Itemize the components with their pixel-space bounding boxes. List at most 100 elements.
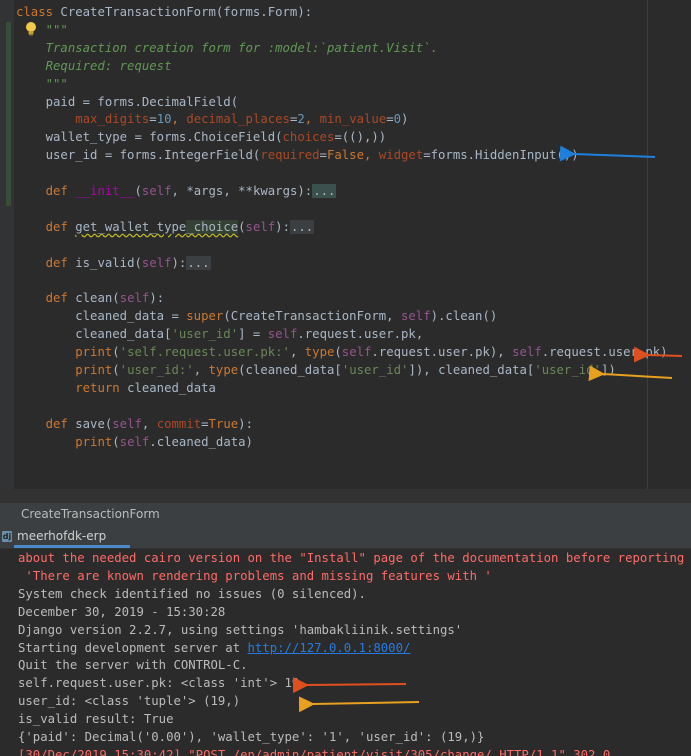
run-tab-label[interactable]: meerhofdk-erp — [17, 529, 106, 543]
code-editor[interactable]: class CreateTransactionForm(forms.Form):… — [0, 0, 691, 502]
text-span[interactable]: http://127.0.0.1:8000/ — [248, 641, 411, 655]
text-span: (CreateTransactionForm, — [223, 309, 401, 324]
text-span: ( — [334, 345, 342, 360]
text-span: commit — [156, 416, 202, 431]
text-span: save — [75, 416, 105, 431]
run-tool-window-header: dj meerhofdk-erp — [0, 526, 691, 549]
console-line: December 30, 2019 - 15:30:28 — [18, 603, 225, 621]
text-span: return — [75, 380, 128, 395]
text-span: def — [45, 416, 76, 431]
text-span: .request.user.pk) — [541, 345, 668, 360]
text-span: def — [45, 255, 76, 270]
text-span: ]) — [600, 363, 616, 377]
text-span: 0 — [393, 112, 402, 127]
text-span: ] = — [238, 327, 268, 342]
text-span: self — [512, 345, 542, 360]
run-console-output[interactable]: about the needed cairo version on the "I… — [0, 549, 691, 756]
text-span[interactable]: ... — [312, 184, 337, 198]
vcs-change-marker — [6, 22, 11, 206]
text-span: def — [45, 291, 76, 306]
text-span: ( — [112, 345, 120, 360]
console-line: 'There are known rendering problems and … — [18, 567, 491, 585]
text-span — [16, 291, 46, 305]
text-span: user_id = forms.IntegerField( — [16, 148, 261, 163]
code-line: cleaned_data = super(CreateTransactionFo… — [16, 307, 497, 325]
text-span: self — [245, 219, 276, 234]
text-span: , — [289, 345, 305, 360]
text-span: Transaction creation form for :model:`pa… — [16, 40, 438, 55]
text-span: required — [260, 148, 320, 163]
text-span: self — [112, 416, 142, 431]
code-line: class CreateTransactionForm(forms.Form): — [16, 3, 312, 21]
text-span: False — [326, 148, 364, 163]
text-span: ( — [238, 219, 246, 234]
text-span[interactable]: ... — [289, 219, 315, 234]
text-span: , — [304, 112, 320, 127]
console-line: Quit the server with CONTROL-C. — [18, 656, 248, 674]
text-span: 'user_id:' — [119, 363, 194, 377]
text-span: =((),)) — [334, 130, 387, 145]
console-line: is_valid result: True — [18, 710, 173, 728]
code-line: print(self.cleaned_data) — [16, 433, 253, 451]
breadcrumb-class-name[interactable]: CreateTransactionForm — [21, 507, 160, 521]
text-span — [16, 417, 46, 431]
text-span: ): — [275, 219, 290, 234]
text-span: self — [119, 434, 150, 449]
console-line: about the needed cairo version on the "I… — [18, 549, 691, 567]
text-span[interactable]: ... — [186, 255, 211, 270]
text-span: , *args, **kwargs): — [171, 184, 313, 198]
text-span: ( — [134, 184, 142, 198]
text-span: print — [75, 363, 113, 377]
text-span: System check identified no issues (0 sil… — [18, 586, 366, 601]
text-span — [16, 256, 46, 270]
text-span: = — [319, 148, 327, 163]
text-span: , — [363, 148, 379, 163]
text-span: type — [304, 345, 335, 360]
text-span: = — [149, 112, 157, 127]
text-span: self — [267, 327, 298, 342]
text-span: print — [75, 434, 113, 449]
text-span: ).clean() — [430, 309, 498, 324]
text-span: 'user_id' — [171, 327, 239, 342]
text-span — [16, 381, 75, 395]
text-span: , — [141, 416, 157, 431]
text-span: Starting development server at — [18, 640, 248, 655]
text-span: def — [45, 219, 76, 234]
text-span: about the needed cairo version on the "I… — [18, 551, 691, 565]
code-line: def get_wallet_type_choice(self):... — [16, 218, 315, 236]
text-span: self — [141, 184, 172, 198]
text-span: max_digits — [75, 112, 150, 127]
text-span: , — [193, 363, 209, 377]
text-span: type — [208, 363, 239, 377]
text-span: 'self.request.user.pk:' — [119, 345, 290, 360]
text-span: Quit the server with CONTROL-C. — [18, 658, 248, 673]
text-span — [16, 220, 46, 234]
text-span: get_wallet_type — [75, 219, 187, 234]
code-line: print('self.request.user.pk:', type(self… — [16, 343, 668, 361]
text-span — [16, 112, 75, 126]
code-line: Required: request — [16, 57, 172, 75]
breadcrumb[interactable]: CreateTransactionForm — [0, 502, 691, 526]
text-span: is_valid — [75, 255, 135, 270]
text-span — [16, 345, 75, 359]
text-span: ( — [112, 434, 120, 449]
text-span: paid = forms.DecimalField( — [16, 94, 239, 109]
text-span: 10 — [156, 112, 172, 127]
text-span: wallet_type = forms.ChoiceField( — [16, 130, 283, 145]
code-line: wallet_type = forms.ChoiceField(choices=… — [16, 128, 387, 146]
text-span: super — [186, 309, 224, 324]
console-line: {'paid': Decimal('0.00'), 'wallet_type':… — [18, 728, 484, 746]
text-span: min_value — [319, 112, 387, 127]
text-span — [16, 184, 46, 198]
text-span: cleaned_data = — [16, 309, 187, 324]
text-span: decimal_places — [186, 112, 290, 127]
text-span: _choice — [186, 219, 239, 234]
text-span: =forms.HiddenInput()) — [423, 148, 579, 163]
console-line: Django version 2.2.7, using settings 'ha… — [18, 621, 462, 639]
text-span: ( — [134, 255, 142, 270]
django-icon: dj — [2, 531, 12, 542]
text-span: ]), cleaned_data[ — [408, 363, 535, 377]
text-span: is_valid result: True — [18, 712, 174, 727]
active-tab-indicator — [14, 545, 130, 548]
code-line: def is_valid(self):... — [16, 254, 211, 272]
